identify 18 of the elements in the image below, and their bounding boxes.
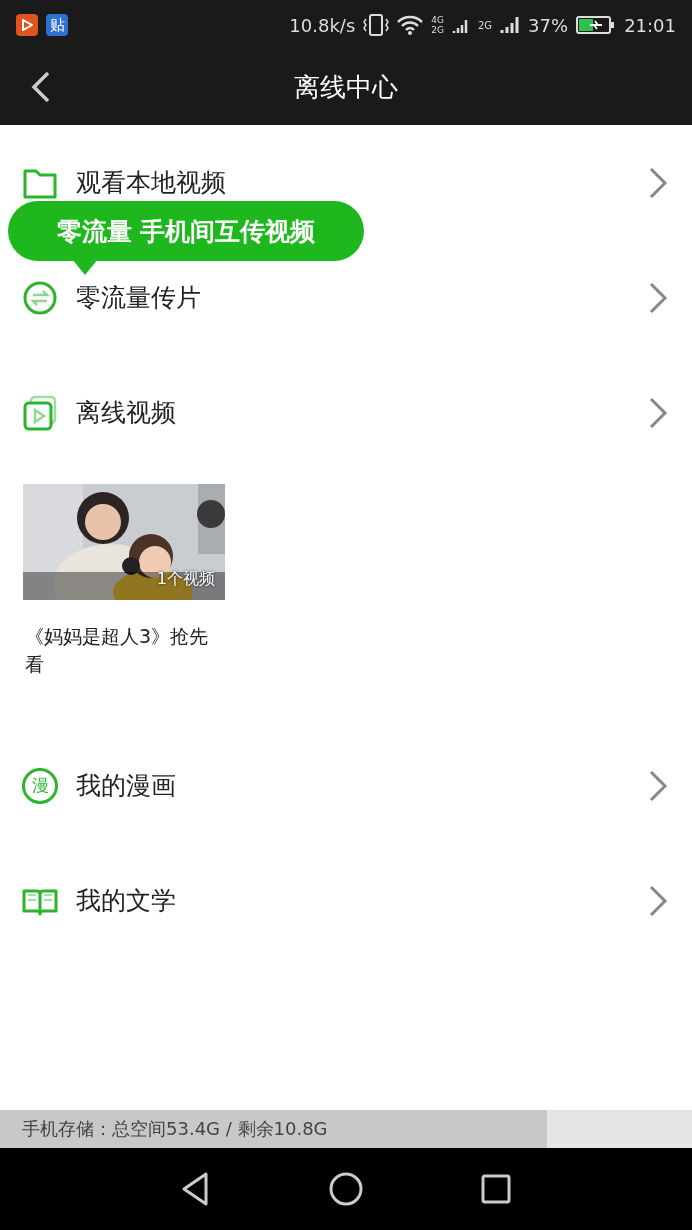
network-type-label: 2G [478,19,493,31]
menu-label: 零流量传片 [76,282,202,314]
tooltip: 零流量 手机间互传视频 [8,201,364,261]
network-speed: 10.8k/s [289,14,356,36]
video-title: 《妈妈是超人3》抢先看 [25,624,210,677]
battery-percent: 37% [528,14,569,36]
menu-label: 离线视频 [76,397,177,429]
menu-label: 我的文学 [76,885,177,917]
menu-label: 观看本地视频 [76,167,227,199]
storage-text: 手机存储：总空间53.4G / 剩余10.8G [22,1117,328,1141]
clock: 21:01 [624,14,676,36]
video-count: 1个视频 [156,569,215,590]
network-type-label: 2G [431,25,444,35]
menu-label: 我的漫画 [76,770,177,802]
tieba-app-icon: 贴 [46,14,68,36]
page-title: 离线中心 [293,71,399,104]
network-type-label: 4G [431,15,444,25]
comic-icon: 漫 [22,767,58,804]
